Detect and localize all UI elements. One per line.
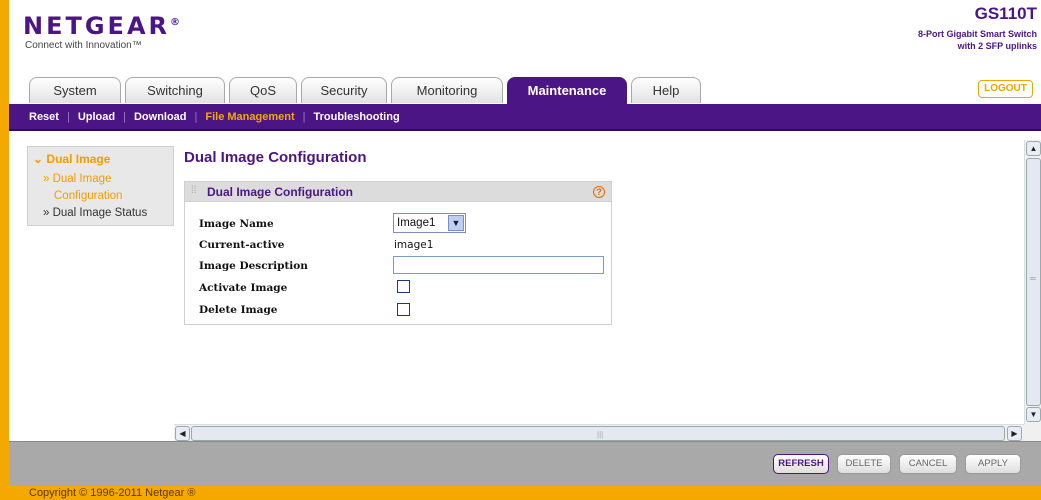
tab-switching[interactable]: Switching bbox=[125, 77, 225, 103]
tab-security[interactable]: Security bbox=[301, 77, 387, 103]
tab-monitoring[interactable]: Monitoring bbox=[391, 77, 503, 103]
scroll-up-icon[interactable]: ▲ bbox=[1026, 141, 1041, 156]
model-description-line1: 8-Port Gigabit Smart Switch bbox=[917, 29, 1037, 39]
subnav-download[interactable]: Download bbox=[134, 111, 187, 123]
subnav-reset[interactable]: Reset bbox=[29, 111, 59, 123]
subnav-separator: | bbox=[194, 110, 198, 123]
delete-image-checkbox[interactable] bbox=[397, 303, 410, 316]
vertical-scroll-thumb[interactable]: ═ bbox=[1026, 158, 1041, 406]
delete-image-label: Delete Image bbox=[199, 304, 278, 316]
grip-icon: ||| bbox=[597, 430, 604, 439]
header: NETGEAR® Connect with Innovation™ GS110T… bbox=[9, 0, 1041, 70]
page-title: Dual Image Configuration bbox=[184, 149, 367, 166]
leftnav-item-dual-image-status[interactable]: » Dual Image Status bbox=[43, 205, 147, 221]
tab-system[interactable]: System bbox=[29, 77, 121, 103]
cancel-button[interactable]: CANCEL bbox=[899, 454, 957, 474]
brand-name: NETGEAR bbox=[23, 12, 170, 40]
brand-registered-mark: ® bbox=[170, 17, 180, 28]
leftnav-item-dual-image-configuration[interactable]: » Dual Image bbox=[43, 171, 111, 187]
delete-button[interactable]: DELETE bbox=[837, 454, 891, 474]
grip-icon: ═ bbox=[1030, 274, 1036, 283]
drag-grip-icon: ⁞⁞ bbox=[191, 185, 197, 196]
chevron-down-icon[interactable]: ▼ bbox=[448, 215, 464, 231]
vertical-scrollbar[interactable]: ▲ ═ ▼ bbox=[1024, 140, 1041, 424]
subnav-upload[interactable]: Upload bbox=[78, 111, 115, 123]
model-name: GS110T bbox=[974, 4, 1037, 23]
scroll-left-icon[interactable]: ◀ bbox=[175, 426, 190, 441]
model-description-line2: with 2 SFP uplinks bbox=[957, 41, 1037, 51]
activate-image-label: Activate Image bbox=[199, 282, 288, 294]
subnav-troubleshooting[interactable]: Troubleshooting bbox=[314, 111, 400, 123]
config-panel: ⁞⁞ Dual Image Configuration ? Image Name… bbox=[184, 181, 612, 325]
leftnav-section-label: Dual Image bbox=[46, 152, 111, 166]
action-bar: REFRESH DELETE CANCEL APPLY bbox=[9, 441, 1041, 486]
refresh-button[interactable]: REFRESH bbox=[773, 454, 829, 474]
tab-maintenance[interactable]: Maintenance bbox=[507, 77, 627, 104]
current-active-value: image1 bbox=[394, 239, 434, 251]
image-name-selected-value: Image1 bbox=[397, 217, 436, 229]
chevron-down-icon: ⌄ bbox=[33, 152, 44, 166]
image-name-label: Image Name bbox=[199, 218, 274, 230]
tab-help[interactable]: Help bbox=[631, 77, 701, 103]
subnav-file-management[interactable]: File Management bbox=[205, 111, 294, 123]
netgear-logo: NETGEAR® bbox=[23, 12, 180, 40]
scroll-down-icon[interactable]: ▼ bbox=[1026, 407, 1041, 422]
subnav-separator: | bbox=[302, 110, 306, 123]
current-active-label: Current-active bbox=[199, 239, 285, 251]
leftnav-section-dual-image[interactable]: ⌄ Dual Image bbox=[33, 152, 110, 166]
image-description-label: Image Description bbox=[199, 260, 308, 272]
panel-header: ⁞⁞ Dual Image Configuration ? bbox=[185, 182, 611, 202]
subnav-separator: | bbox=[123, 110, 126, 123]
image-name-select[interactable]: Image1 ▼ bbox=[393, 213, 466, 233]
tab-qos[interactable]: QoS bbox=[229, 77, 297, 103]
activate-image-checkbox[interactable] bbox=[397, 280, 410, 293]
brand-tagline: Connect with Innovation™ bbox=[25, 40, 142, 51]
scrollbar-corner bbox=[1024, 424, 1041, 441]
scroll-right-icon[interactable]: ▶ bbox=[1007, 426, 1022, 441]
copyright-text: Copyright © 1996-2011 Netgear ® bbox=[29, 487, 196, 499]
apply-button[interactable]: APPLY bbox=[965, 454, 1021, 474]
horizontal-scroll-thumb[interactable]: ||| bbox=[191, 426, 1005, 441]
app-frame: NETGEAR® Connect with Innovation™ GS110T… bbox=[9, 0, 1041, 486]
main-tabs: System Switching QoS Security Monitoring… bbox=[29, 77, 705, 104]
horizontal-scrollbar[interactable]: ◀ ||| ▶ bbox=[174, 424, 1024, 441]
model-description: 8-Port Gigabit Smart Switch with 2 SFP u… bbox=[887, 28, 1037, 52]
help-icon[interactable]: ? bbox=[593, 186, 605, 198]
logout-button[interactable]: LOGOUT bbox=[978, 80, 1033, 98]
subnav-separator: | bbox=[66, 110, 70, 123]
image-description-input[interactable] bbox=[393, 256, 604, 274]
leftnav-item-dual-image-configuration-cont[interactable]: Configuration bbox=[54, 188, 122, 204]
panel-title: Dual Image Configuration bbox=[207, 185, 354, 199]
sub-navigation: Reset | Upload | Download | File Managem… bbox=[9, 104, 1041, 131]
left-navigation: ⌄ Dual Image » Dual Image Configuration … bbox=[27, 146, 174, 226]
